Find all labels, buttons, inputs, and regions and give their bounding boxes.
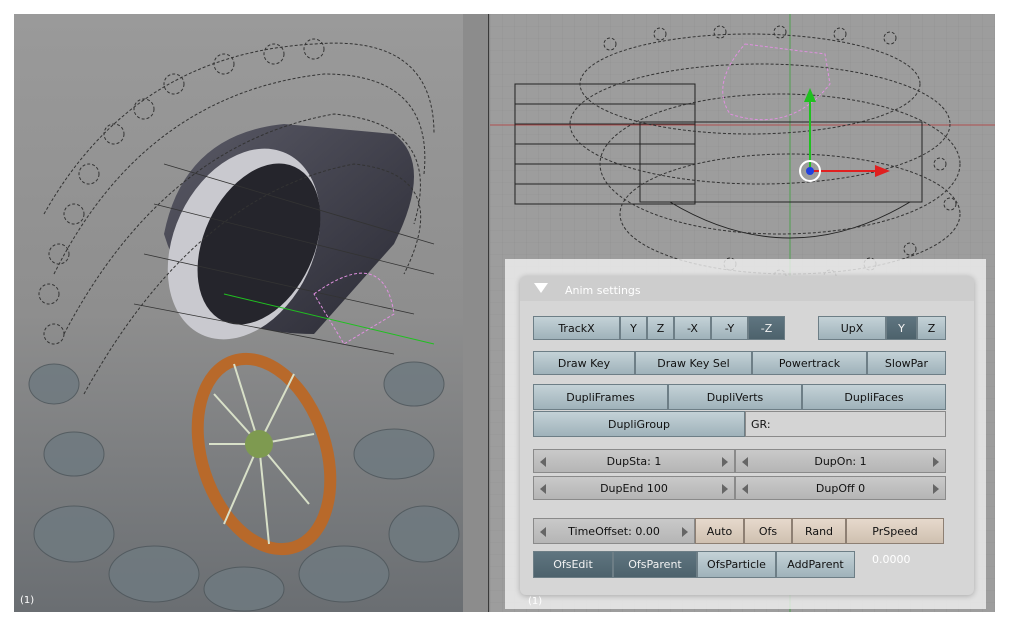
up-y-button[interactable]: Y — [886, 316, 917, 340]
ofsedit-button[interactable]: OfsEdit — [533, 551, 613, 578]
powertrack-button[interactable]: Powertrack — [752, 351, 867, 375]
up-x-button[interactable]: UpX — [818, 316, 886, 340]
increment-arrow-icon[interactable] — [722, 484, 728, 494]
dupoff-value: DupOff 0 — [815, 481, 866, 495]
decrement-arrow-icon[interactable] — [540, 484, 546, 494]
dupend-value: DupEnd 100 — [600, 481, 668, 495]
dupliverts-button[interactable]: DupliVerts — [668, 384, 802, 410]
viewport-divider[interactable] — [463, 14, 490, 612]
auto-button[interactable]: Auto — [695, 518, 744, 544]
dupon-value: DupOn: 1 — [814, 454, 867, 468]
increment-arrow-icon[interactable] — [933, 457, 939, 467]
dupliframes-button[interactable]: DupliFrames — [533, 384, 668, 410]
ofs-button[interactable]: Ofs — [744, 518, 792, 544]
slowpar-button[interactable]: SlowPar — [867, 351, 946, 375]
prspeed-button[interactable]: PrSpeed — [846, 518, 944, 544]
dupsta-number[interactable]: DupSta: 1 — [533, 449, 735, 473]
dupon-number[interactable]: DupOn: 1 — [735, 449, 946, 473]
decrement-arrow-icon[interactable] — [540, 527, 546, 537]
group-field-label: GR: — [751, 417, 771, 431]
increment-arrow-icon[interactable] — [722, 457, 728, 467]
dupligroup-button[interactable]: DupliGroup — [533, 411, 745, 437]
increment-arrow-icon[interactable] — [682, 527, 688, 537]
draw-key-sel-button[interactable]: Draw Key Sel — [635, 351, 752, 375]
decrement-arrow-icon[interactable] — [540, 457, 546, 467]
left-scene-render — [14, 14, 463, 612]
group-field[interactable]: GR: — [745, 411, 946, 437]
track-neg-y-button[interactable]: -Y — [711, 316, 748, 340]
track-z-button[interactable]: Z — [647, 316, 674, 340]
dupend-number[interactable]: DupEnd 100 — [533, 476, 735, 500]
right-viewport-frame-label: (1) — [528, 596, 543, 607]
timeoffset-value: TimeOffset: 0.00 — [568, 524, 660, 538]
duplifaces-button[interactable]: DupliFaces — [802, 384, 946, 410]
addparent-button[interactable]: AddParent — [776, 551, 855, 578]
timeoffset-number[interactable]: TimeOffset: 0.00 — [533, 518, 695, 544]
dupoff-number[interactable]: DupOff 0 — [735, 476, 946, 500]
track-y-button[interactable]: Y — [620, 316, 647, 340]
up-z-button[interactable]: Z — [917, 316, 946, 340]
panel-title: Anim settings — [565, 284, 641, 297]
rand-button[interactable]: Rand — [792, 518, 846, 544]
track-x-button[interactable]: TrackX — [533, 316, 620, 340]
track-neg-x-button[interactable]: -X — [674, 316, 711, 340]
ofsparent-button[interactable]: OfsParent — [613, 551, 697, 578]
decrement-arrow-icon[interactable] — [742, 457, 748, 467]
track-neg-z-button[interactable]: -Z — [748, 316, 785, 340]
left-3d-viewport[interactable]: (1) — [14, 14, 463, 612]
viewport-divider-line — [488, 14, 489, 612]
dupsta-value: DupSta: 1 — [606, 454, 662, 468]
draw-key-button[interactable]: Draw Key — [533, 351, 635, 375]
increment-arrow-icon[interactable] — [933, 484, 939, 494]
prspeed-value[interactable]: 0.0000 — [872, 553, 911, 566]
decrement-arrow-icon[interactable] — [742, 484, 748, 494]
collapse-triangle-icon[interactable] — [534, 283, 548, 293]
left-viewport-frame-label: (1) — [20, 595, 35, 606]
ofsparticle-button[interactable]: OfsParticle — [697, 551, 776, 578]
